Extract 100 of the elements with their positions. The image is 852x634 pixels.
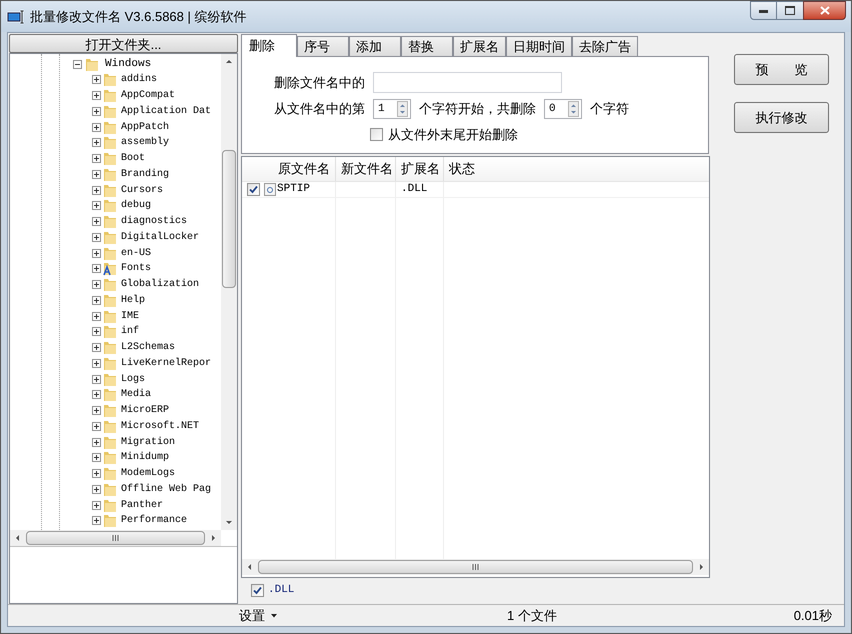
filter-checkbox[interactable] xyxy=(251,584,264,597)
tree-item[interactable]: Logs xyxy=(119,372,146,387)
folder-icon xyxy=(102,387,118,402)
tree-item[interactable]: diagnostics xyxy=(119,214,188,230)
tree-item[interactable]: assembly xyxy=(119,135,170,150)
tree-item[interactable]: Offline Web Pag xyxy=(119,482,212,497)
folder-icon xyxy=(102,324,118,340)
tree-item[interactable]: ModemLogs xyxy=(119,466,176,482)
expand-icon[interactable] xyxy=(92,122,101,132)
folder-icon xyxy=(102,340,118,356)
tab[interactable]: 去除广告 xyxy=(572,36,638,56)
text-field[interactable] xyxy=(373,72,562,93)
minimize-button[interactable] xyxy=(750,1,777,20)
tree-item[interactable]: L2Schemas xyxy=(119,340,176,356)
tree-item[interactable]: Fonts xyxy=(119,261,152,276)
tree-item[interactable]: MicroERP xyxy=(119,403,170,418)
tree-item[interactable]: inf xyxy=(119,324,140,340)
close-button[interactable] xyxy=(803,1,846,20)
column-header[interactable]: 原文件名 xyxy=(242,157,336,181)
expand-icon[interactable] xyxy=(92,358,101,368)
column-header[interactable]: 扩展名 xyxy=(396,157,444,181)
tree-item[interactable]: debug xyxy=(119,198,152,214)
tab[interactable]: 替换 xyxy=(401,36,453,56)
expand-icon[interactable] xyxy=(92,248,101,258)
expand-icon[interactable] xyxy=(92,374,101,384)
checkbox-label: 从文件外末尾开始删除 xyxy=(388,126,518,144)
horizontal-scrollbar[interactable] xyxy=(242,559,709,575)
folder-icon xyxy=(102,135,118,150)
tree-item[interactable]: Migration xyxy=(119,434,176,450)
expand-icon[interactable] xyxy=(92,264,101,274)
tree-item[interactable]: Branding xyxy=(119,166,170,182)
checkbox[interactable] xyxy=(370,128,383,142)
tree-item[interactable]: Windows xyxy=(102,56,152,72)
expand-icon[interactable] xyxy=(92,280,101,290)
expand-icon[interactable] xyxy=(92,106,101,116)
folder-icon xyxy=(102,246,118,261)
tree-item[interactable]: Minidump xyxy=(119,450,170,466)
expand-icon[interactable] xyxy=(92,343,101,352)
expand-icon[interactable] xyxy=(92,500,101,510)
expand-icon[interactable] xyxy=(92,296,101,305)
expand-icon[interactable] xyxy=(92,516,101,526)
expand-icon[interactable] xyxy=(92,469,101,478)
preview-button[interactable]: 预 览 xyxy=(734,54,829,85)
tree-item[interactable]: addins xyxy=(119,72,158,88)
expand-icon[interactable] xyxy=(92,406,101,416)
tree-item[interactable]: Performance xyxy=(119,513,188,528)
number-spinner[interactable]: 0 xyxy=(544,99,582,119)
spin-arrows-icon[interactable] xyxy=(568,101,579,117)
expand-icon[interactable] xyxy=(92,422,101,431)
tree-item[interactable]: Microsoft.NET xyxy=(119,418,200,434)
field-label: 个字符 xyxy=(590,100,629,118)
tab[interactable]: 添加 xyxy=(349,36,401,56)
tree-item[interactable]: en-US xyxy=(119,246,152,261)
column-header[interactable]: 状态 xyxy=(444,157,709,181)
collapse-icon[interactable] xyxy=(73,60,82,68)
tree-item[interactable]: Media xyxy=(119,387,152,402)
expand-icon[interactable] xyxy=(92,138,101,148)
expand-icon[interactable] xyxy=(92,390,101,400)
expand-icon[interactable] xyxy=(92,438,101,447)
open-folder-button[interactable]: 打开文件夹... xyxy=(9,34,238,53)
settings-dropdown[interactable]: 设置 xyxy=(239,606,277,626)
vertical-scrollbar[interactable] xyxy=(221,54,237,530)
tab[interactable]: 序号 xyxy=(297,36,349,56)
tree-item[interactable]: IME xyxy=(119,308,140,324)
expand-icon[interactable] xyxy=(92,186,101,195)
expand-icon[interactable] xyxy=(92,453,101,462)
expand-icon[interactable] xyxy=(92,484,101,494)
spin-arrows-icon[interactable] xyxy=(397,101,408,117)
tree-item[interactable]: Globalization xyxy=(119,277,200,292)
expand-icon[interactable] xyxy=(92,312,101,321)
column-header[interactable]: 新文件名 xyxy=(336,157,396,181)
tree-item[interactable]: DigitalLocker xyxy=(119,230,200,245)
folder-icon xyxy=(102,230,118,245)
expand-icon[interactable] xyxy=(92,217,101,226)
expand-icon[interactable] xyxy=(92,170,101,179)
tab[interactable]: 日期时间 xyxy=(506,36,572,56)
expand-icon[interactable] xyxy=(92,201,101,210)
tree-item[interactable]: Panther xyxy=(119,498,164,513)
folder-icon xyxy=(102,88,118,104)
expand-icon[interactable] xyxy=(92,75,101,84)
tree-item[interactable]: LiveKernelRepor xyxy=(119,356,212,371)
tree-item[interactable]: Cursors xyxy=(119,182,164,198)
expand-icon[interactable] xyxy=(92,232,101,242)
apply-button[interactable]: 执行修改 xyxy=(734,102,829,133)
field-label: 从文件名中的第 xyxy=(274,100,365,118)
expand-icon[interactable] xyxy=(92,91,101,100)
number-spinner[interactable]: 1 xyxy=(373,99,411,119)
tree-item[interactable]: AppPatch xyxy=(119,120,170,135)
expand-icon[interactable] xyxy=(92,327,101,336)
tree-item[interactable]: AppCompat xyxy=(119,88,176,104)
horizontal-scrollbar[interactable] xyxy=(10,530,221,546)
tree-item[interactable]: Application Dat xyxy=(119,104,212,119)
maximize-button[interactable] xyxy=(777,1,803,20)
tab[interactable]: 删除 xyxy=(241,34,297,57)
row-checkbox[interactable] xyxy=(247,183,260,196)
tab[interactable]: 扩展名 xyxy=(453,36,506,56)
tree-item[interactable]: Boot xyxy=(119,151,146,166)
expand-icon[interactable] xyxy=(92,154,101,164)
tree-item[interactable]: Help xyxy=(119,292,146,308)
field-label: 个字符开始，共删除 xyxy=(419,100,536,118)
